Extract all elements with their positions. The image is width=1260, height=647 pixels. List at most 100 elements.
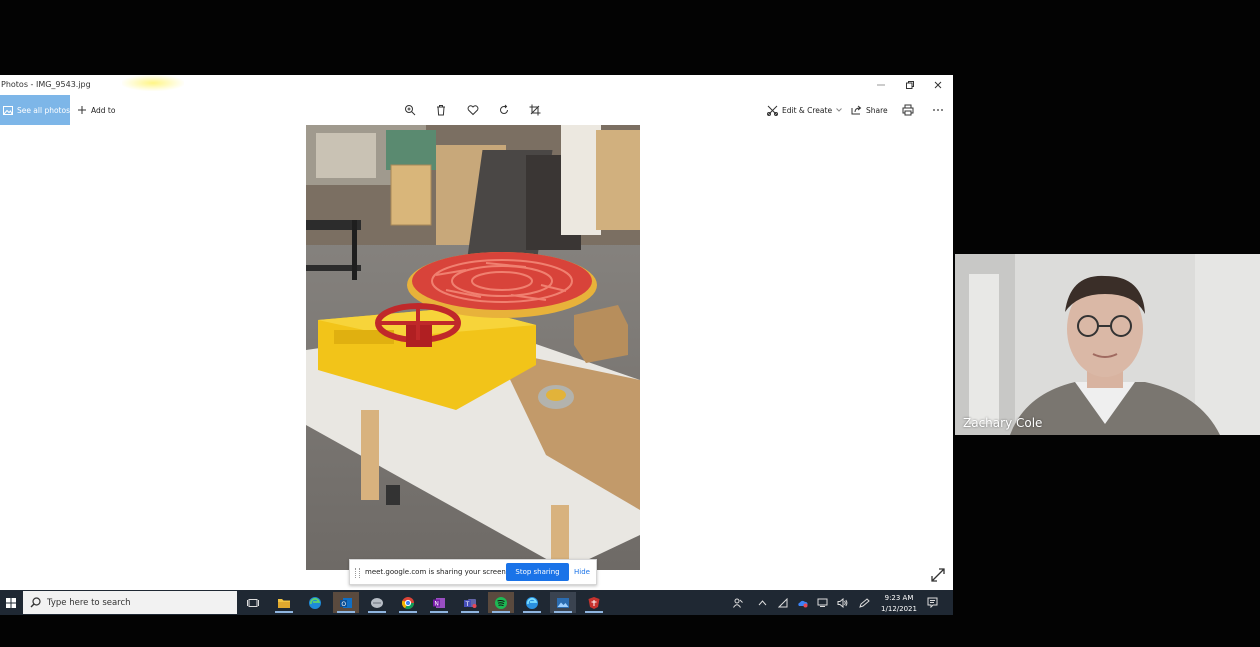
minimize-button[interactable]	[867, 77, 895, 93]
trash-icon	[437, 105, 445, 116]
taskbar-app-red[interactable]	[581, 592, 607, 613]
see-all-photos-label: See all photos	[16, 105, 70, 115]
rotate-button[interactable]	[496, 102, 512, 118]
folder-icon	[278, 598, 290, 608]
crop-button[interactable]	[527, 102, 543, 118]
taskbar-edge-2[interactable]	[519, 592, 545, 613]
heart-icon	[467, 105, 479, 116]
running-indicator	[492, 611, 510, 613]
app-icon	[371, 597, 383, 608]
notifications-icon[interactable]	[927, 597, 938, 608]
edit-create-icon	[767, 105, 778, 116]
add-to-label: Add to	[91, 105, 116, 115]
taskbar-edge[interactable]	[302, 592, 328, 613]
running-indicator	[399, 611, 417, 613]
running-indicator	[461, 611, 479, 613]
windows-logo-icon	[6, 597, 16, 608]
network-icon[interactable]	[778, 598, 788, 608]
taskbar-photos[interactable]	[550, 592, 576, 613]
participant-video-tile	[955, 254, 1260, 435]
pen-icon[interactable]	[859, 598, 870, 608]
taskbar-clock[interactable]: 9:23 AM 1/12/2021	[877, 593, 921, 615]
chevron-down-icon	[836, 108, 842, 112]
minimize-icon	[877, 84, 885, 86]
search-icon	[30, 597, 41, 608]
photos-icon	[3, 105, 13, 115]
clock-date: 1/12/2021	[881, 605, 917, 613]
display-icon[interactable]	[817, 598, 828, 607]
edge-icon	[309, 596, 321, 609]
taskbar-app-gray[interactable]	[364, 592, 390, 613]
participant-video-feed	[955, 254, 1260, 435]
printer-icon	[902, 104, 914, 116]
taskbar-teams[interactable]: T	[457, 592, 483, 613]
edit-create-button[interactable]: Edit & Create	[767, 95, 842, 125]
chrome-icon	[401, 596, 414, 609]
zoom-in-icon	[405, 105, 416, 116]
running-indicator	[585, 611, 603, 613]
sharing-message: meet.google.com is sharing your screen.	[365, 568, 509, 576]
taskbar-chrome[interactable]	[395, 592, 421, 613]
print-button[interactable]	[900, 102, 916, 118]
restore-button[interactable]	[896, 77, 924, 93]
expand-icon[interactable]	[931, 568, 945, 582]
svg-text:N: N	[434, 600, 439, 607]
spotify-icon	[495, 596, 507, 609]
participant-name: Zachary Cole	[963, 416, 1043, 430]
people-icon[interactable]	[733, 598, 743, 608]
windows-taskbar: Type here to search O N T 9:23 AM 1/12/2…	[0, 590, 953, 615]
running-indicator	[523, 611, 541, 613]
favorite-button[interactable]	[465, 102, 481, 118]
shared-screen: Photos - IMG_9543.jpg See all photos Add…	[0, 75, 953, 615]
task-view-icon	[247, 598, 259, 607]
volume-icon[interactable]	[837, 598, 848, 608]
share-button[interactable]: Share	[851, 95, 888, 125]
teams-icon: T	[464, 598, 477, 608]
taskbar-file-explorer[interactable]	[271, 592, 297, 613]
cursor-highlight	[122, 75, 184, 91]
start-button[interactable]	[0, 590, 22, 615]
svg-text:T: T	[465, 601, 470, 608]
outlook-icon: O	[340, 597, 352, 608]
photos-title-bar: Photos - IMG_9543.jpg	[0, 75, 953, 95]
taskbar-onenote[interactable]: N	[426, 592, 452, 613]
ellipsis-icon	[933, 109, 943, 111]
plus-icon	[78, 106, 86, 114]
running-indicator	[337, 611, 355, 613]
taskbar-search-box[interactable]: Type here to search	[23, 591, 237, 614]
edge-icon	[526, 596, 538, 609]
see-all-photos-button[interactable]: See all photos	[0, 95, 70, 125]
search-placeholder: Type here to search	[47, 597, 131, 608]
taskbar-outlook[interactable]: O	[333, 592, 359, 613]
add-to-button[interactable]: Add to	[77, 95, 115, 125]
photos-toolbar: See all photos Add to Edit & Create Shar…	[0, 95, 953, 125]
crop-icon	[529, 104, 541, 116]
app-shield-icon	[588, 596, 600, 609]
displayed-photo	[306, 125, 640, 570]
onenote-icon: N	[433, 597, 445, 608]
close-icon	[934, 81, 942, 89]
drag-handle[interactable]	[355, 568, 360, 578]
screen-sharing-bar: meet.google.com is sharing your screen. …	[349, 559, 597, 585]
photos-app-icon	[557, 597, 569, 608]
task-view-button[interactable]	[240, 592, 266, 613]
more-options-button[interactable]	[930, 102, 946, 118]
running-indicator	[430, 611, 448, 613]
edit-create-label: Edit & Create	[782, 105, 833, 115]
stop-sharing-button[interactable]: Stop sharing	[506, 563, 569, 581]
hide-button[interactable]: Hide	[574, 568, 590, 576]
chevron-up-icon[interactable]	[758, 599, 767, 606]
delete-button[interactable]	[433, 102, 449, 118]
running-indicator	[368, 611, 386, 613]
window-title: Photos - IMG_9543.jpg	[1, 80, 91, 89]
close-button[interactable]	[924, 77, 952, 93]
taskbar-spotify[interactable]	[488, 592, 514, 613]
svg-text:O: O	[341, 601, 346, 608]
photo-workshop-maze-image	[306, 125, 640, 570]
zoom-button[interactable]	[402, 102, 418, 118]
cloud-icon[interactable]	[797, 598, 808, 608]
running-indicator	[554, 611, 572, 613]
share-label: Share	[866, 105, 888, 115]
running-indicator	[275, 611, 293, 613]
rotate-icon	[500, 104, 508, 114]
